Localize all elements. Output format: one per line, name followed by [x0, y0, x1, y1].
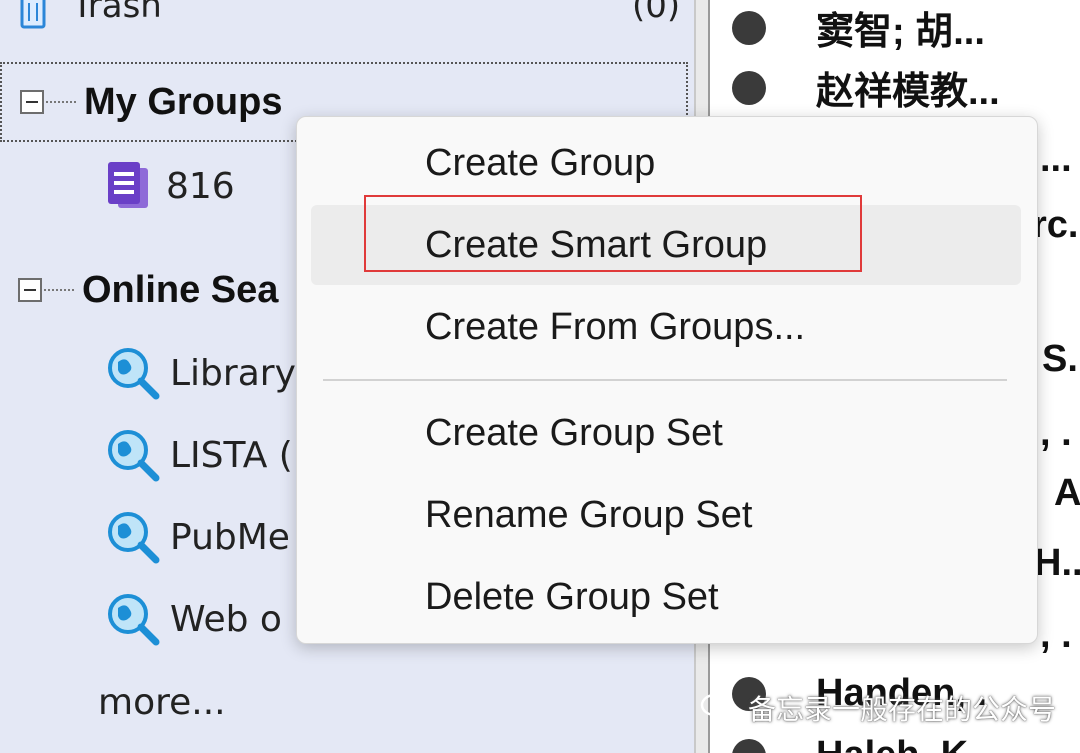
sidebar-item-trash[interactable]: Trash [20, 0, 162, 29]
watermark-text: 备忘录一般存在的公众号 [748, 693, 1057, 726]
tree-header-label: Online Sea [82, 268, 279, 311]
collapse-icon[interactable] [20, 90, 44, 114]
menu-item-create-group[interactable]: Create Group [311, 123, 1021, 203]
ref-author: 窦智; 胡... [816, 11, 985, 53]
ref-author: , . [1040, 614, 1072, 656]
online-search-icon [104, 344, 162, 402]
list-item[interactable]: rc. [1032, 204, 1078, 247]
collapse-icon[interactable] [18, 278, 42, 302]
list-item[interactable]: H.. [1034, 542, 1080, 585]
ref-author: 赵祥模教... [816, 71, 1000, 113]
group-label: 816 [166, 165, 235, 207]
list-item[interactable]: Haleh, K [710, 734, 968, 753]
context-menu: Create Group Create Smart Group Create F… [296, 116, 1038, 644]
menu-item-create-from-groups[interactable]: Create From Groups... [311, 287, 1021, 367]
group-list-icon [104, 160, 156, 212]
ref-author: S. [1042, 338, 1078, 380]
sidebar-item-group-816[interactable]: 816 [104, 160, 235, 212]
ref-author: rc. [1032, 204, 1079, 246]
tree-connector [46, 101, 76, 103]
ref-author: , . [1040, 412, 1072, 454]
menu-item-create-smart-group[interactable]: Create Smart Group [311, 205, 1021, 285]
list-item[interactable]: ... [1040, 138, 1072, 181]
ref-author: Haleh, K [816, 734, 968, 753]
sidebar-item-web-of-science[interactable]: Web o [104, 590, 282, 648]
ref-author: H.. [1034, 542, 1080, 584]
trash-icon [20, 0, 46, 29]
bullet-icon [732, 738, 766, 753]
menu-item-create-group-set[interactable]: Create Group Set [311, 393, 1021, 473]
watermark: 备忘录一般存在的公众号 [700, 688, 1056, 728]
sidebar-item-lista[interactable]: LISTA ( [104, 426, 293, 484]
more-link[interactable]: more... [98, 682, 226, 723]
search-item-label: LISTA ( [170, 434, 293, 476]
ref-author: A [1054, 472, 1080, 514]
tree-connector [44, 289, 74, 291]
list-item[interactable]: , . [1040, 412, 1072, 455]
wechat-icon [700, 692, 740, 724]
list-item[interactable]: S. [1042, 338, 1078, 381]
menu-separator [323, 379, 1007, 381]
search-item-label: Library [170, 352, 296, 394]
sidebar-item-library[interactable]: Library [104, 344, 296, 402]
sidebar-item-label: Trash [72, 0, 162, 26]
list-item[interactable]: A [1054, 472, 1080, 515]
menu-item-delete-group-set[interactable]: Delete Group Set [311, 557, 1021, 637]
sidebar-item-pubmed[interactable]: PubMe [104, 508, 290, 566]
bullet-icon [732, 70, 766, 105]
online-search-icon [104, 590, 162, 648]
search-item-label: PubMe [170, 516, 290, 558]
list-item[interactable]: , . [1040, 614, 1072, 657]
search-item-label: Web o [170, 598, 282, 640]
ref-author: ... [1040, 138, 1072, 180]
list-item[interactable]: 窦智; 胡... [710, 0, 985, 55]
tree-header-online-search[interactable]: Online Sea [18, 262, 278, 318]
online-search-icon [104, 508, 162, 566]
bullet-icon [732, 10, 766, 45]
trash-count: (0) [632, 0, 681, 26]
tree-header-label: My Groups [84, 80, 283, 123]
list-item[interactable]: 赵祥模教... [710, 60, 1000, 115]
menu-item-rename-group-set[interactable]: Rename Group Set [311, 475, 1021, 555]
online-search-icon [104, 426, 162, 484]
